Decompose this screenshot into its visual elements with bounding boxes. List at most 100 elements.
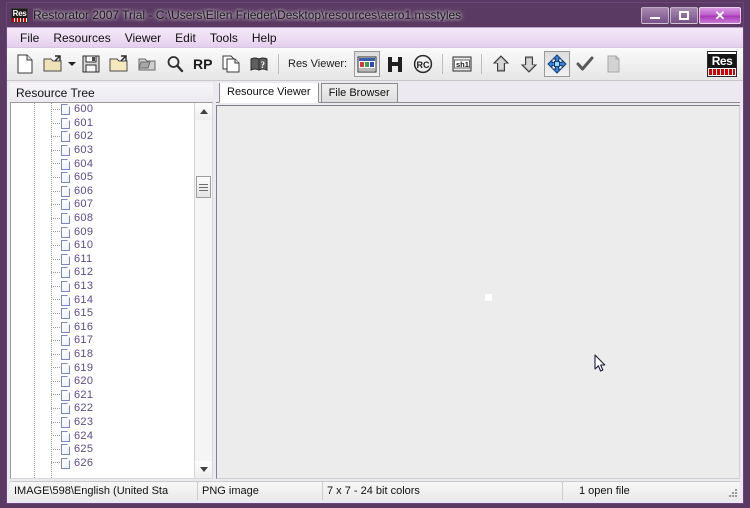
document-icon xyxy=(61,131,70,143)
tree-item[interactable]: 604 xyxy=(11,157,194,171)
tab-file-browser[interactable]: File Browser xyxy=(320,83,398,102)
tree-item[interactable]: 621 xyxy=(11,388,194,402)
tree-connector xyxy=(51,122,60,124)
new-file-icon[interactable] xyxy=(12,51,38,77)
hex-view-icon[interactable] xyxy=(382,51,408,77)
tab-resource-viewer[interactable]: Resource Viewer xyxy=(219,83,319,103)
open-file-icon[interactable] xyxy=(40,51,66,77)
open-folder-icon[interactable] xyxy=(106,51,132,77)
tree-item[interactable]: 600 xyxy=(11,103,194,117)
tree-item[interactable]: 602 xyxy=(11,130,194,144)
document-icon xyxy=(61,267,70,279)
extract-up-icon[interactable] xyxy=(488,51,514,77)
apply-check-icon[interactable] xyxy=(572,51,598,77)
clipboard-icon[interactable] xyxy=(600,51,626,77)
assign-down-icon[interactable] xyxy=(516,51,542,77)
resource-viewer-canvas[interactable] xyxy=(216,105,740,479)
document-icon xyxy=(61,158,70,170)
tree-item[interactable]: 626 xyxy=(11,456,194,470)
document-icon xyxy=(61,294,70,306)
toolbar-separator-2 xyxy=(442,54,444,74)
tree-item[interactable]: 606 xyxy=(11,185,194,199)
tree-item[interactable]: 603 xyxy=(11,144,194,158)
tree-item[interactable]: 607 xyxy=(11,198,194,212)
save-icon[interactable] xyxy=(78,51,104,77)
tree-item[interactable]: 620 xyxy=(11,375,194,389)
document-icon xyxy=(61,348,70,360)
tree-item[interactable]: 623 xyxy=(11,416,194,430)
resource-tree-list[interactable]: 600 601 602 603 604 605 606 607 608 609 610 611 612 6… xyxy=(11,103,194,478)
scroll-down-arrow-icon[interactable] xyxy=(195,461,212,478)
tree-connector xyxy=(51,258,60,260)
tree-connector xyxy=(51,109,60,110)
tree-connector xyxy=(51,176,60,178)
application-window: Res Restorator 2007 Trial - C:\Users\Ell… xyxy=(6,2,744,504)
tree-item[interactable]: 618 xyxy=(11,348,194,362)
tree-item-label: 619 xyxy=(74,361,94,374)
close-button[interactable]: ✕ xyxy=(699,6,741,24)
tree-item[interactable]: 613 xyxy=(11,280,194,294)
tree-item[interactable]: 605 xyxy=(11,171,194,185)
minimize-button[interactable] xyxy=(641,6,669,24)
menu-item-edit[interactable]: Edit xyxy=(168,30,203,46)
tree-connector xyxy=(51,435,60,437)
app-icon-bars xyxy=(12,17,27,22)
tree-item-label: 600 xyxy=(74,103,94,116)
copy-pages-icon[interactable] xyxy=(218,51,244,77)
tab-strip: Resource Viewer File Browser xyxy=(216,83,740,103)
menu-item-file[interactable]: File xyxy=(13,30,46,46)
tree-item[interactable]: 619 xyxy=(11,361,194,375)
scrollbar-thumb[interactable] xyxy=(196,176,211,198)
rc-view-icon[interactable]: RC xyxy=(410,51,436,77)
tree-item[interactable]: 622 xyxy=(11,402,194,416)
document-icon xyxy=(61,104,70,116)
tree-item[interactable]: 608 xyxy=(11,212,194,226)
svg-text:?: ? xyxy=(261,60,266,70)
open-dropdown-caret[interactable] xyxy=(67,51,77,77)
tree-item[interactable]: 616 xyxy=(11,321,194,335)
tree-connector xyxy=(51,380,60,382)
tree-connector xyxy=(51,149,60,151)
tree-item[interactable]: 615 xyxy=(11,307,194,321)
rp-script-icon[interactable]: RP xyxy=(190,51,216,77)
tree-item-label: 604 xyxy=(74,157,94,170)
tree-item[interactable]: 610 xyxy=(11,239,194,253)
scrollbar-track[interactable] xyxy=(195,120,212,461)
tree-connector xyxy=(51,353,60,355)
tree-item-label: 612 xyxy=(74,266,94,279)
tree-item[interactable]: 601 xyxy=(11,117,194,131)
scroll-up-arrow-icon[interactable] xyxy=(195,103,212,120)
tree-item-label: 613 xyxy=(74,280,94,293)
tree-item[interactable]: 625 xyxy=(11,443,194,457)
find-icon[interactable] xyxy=(162,51,188,77)
tree-item-label: 623 xyxy=(74,415,94,428)
tree-item-label: 611 xyxy=(74,252,93,265)
tree-item[interactable]: 611 xyxy=(11,253,194,267)
menu-item-resources[interactable]: Resources xyxy=(46,30,117,46)
viewer-panel: Resource Viewer File Browser xyxy=(216,83,740,479)
string-view-icon[interactable]: sh1 xyxy=(449,51,475,77)
menu-item-viewer[interactable]: Viewer xyxy=(118,30,168,46)
title-bar[interactable]: Res Restorator 2007 Trial - C:\Users\Ell… xyxy=(7,3,743,27)
move-mode-icon[interactable] xyxy=(544,51,571,77)
tree-item[interactable]: 624 xyxy=(11,429,194,443)
tree-item[interactable]: 609 xyxy=(11,225,194,239)
tree-vertical-scrollbar[interactable] xyxy=(194,103,212,478)
tree-item[interactable]: 612 xyxy=(11,266,194,280)
document-icon xyxy=(61,457,70,469)
png-image-preview xyxy=(485,294,492,301)
tree-connector xyxy=(51,285,60,287)
menu-item-tools[interactable]: Tools xyxy=(203,30,245,46)
resource-tree-box: 600 601 602 603 604 605 606 607 608 609 610 611 612 6… xyxy=(10,102,213,479)
tree-connector xyxy=(51,448,60,450)
assign-folder-icon[interactable] xyxy=(134,51,160,77)
book-icon[interactable]: ? xyxy=(246,51,272,77)
tree-item[interactable]: 617 xyxy=(11,334,194,348)
document-icon xyxy=(61,321,70,333)
resize-grip[interactable] xyxy=(727,487,738,498)
image-preview-icon[interactable] xyxy=(354,51,381,77)
mouse-cursor xyxy=(594,354,606,373)
maximize-button[interactable] xyxy=(670,6,698,24)
menu-item-help[interactable]: Help xyxy=(245,30,284,46)
tree-item[interactable]: 614 xyxy=(11,293,194,307)
